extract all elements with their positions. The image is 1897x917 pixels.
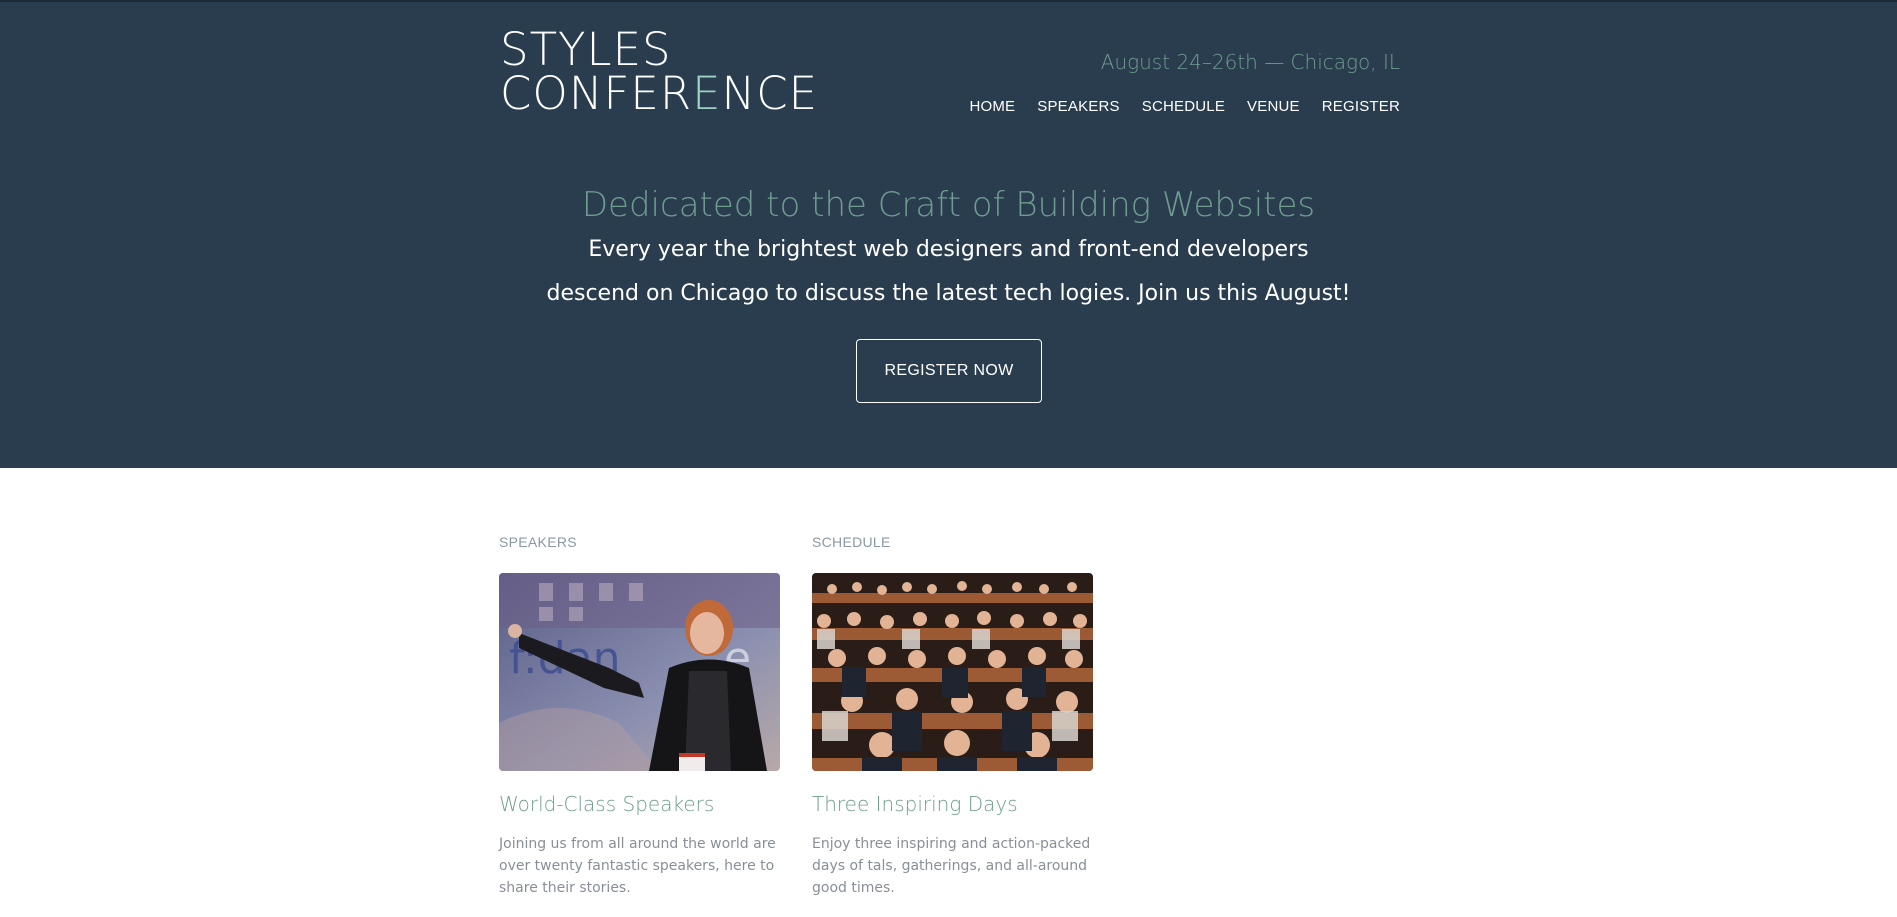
nav-speakers[interactable]: SPEAKERS (1037, 98, 1119, 115)
nav-schedule[interactable]: SCHEDULE (1142, 98, 1225, 115)
event-dates: August 24–26th — Chicago, IL (1100, 50, 1400, 74)
nav-venue[interactable]: VENUE (1247, 98, 1300, 115)
logo-text-c: NCE (721, 67, 819, 120)
section-text: Enjoy three inspiring and action-packed … (812, 836, 1091, 896)
logo-text-accent: E (692, 67, 722, 120)
logo-line-1: STYLES (500, 23, 672, 76)
section-text: Joining us from all around the world are… (499, 836, 776, 896)
section-kicker: SPEAKERS (499, 534, 577, 550)
schedule-section: SCHEDULE Three Inspiring Days Enjoy thre (812, 534, 1093, 899)
hero-header: STYLES CONFERENCE August 24–26th — Chica… (0, 2, 1897, 468)
hero-tagline: Dedicated to the Craft of Building Websi… (581, 185, 1316, 225)
nav-home[interactable]: HOME (969, 98, 1015, 115)
speakers-section: SPEAKERS f:dan e World-Cla (499, 534, 780, 899)
logo-text-a: CONFER (500, 67, 693, 120)
site-logo[interactable]: STYLES CONFERENCE (500, 23, 818, 116)
section-kicker: SCHEDULE (812, 534, 891, 550)
main-nav: HOME SPEAKERS SCHEDULE VENUE REGISTER (969, 98, 1400, 115)
nav-register[interactable]: REGISTER (1322, 98, 1400, 115)
section-title[interactable]: Three Inspiring Days (812, 792, 1093, 816)
hero-lead: Every year the brightest web designers a… (546, 237, 1351, 306)
speaker-photo: f:dan e (499, 573, 780, 771)
register-now-button[interactable]: REGISTER NOW (856, 339, 1042, 403)
section-title[interactable]: World-Class Speakers (499, 792, 780, 816)
logo-line-2: CONFERENCE (500, 71, 818, 116)
audience-photo (812, 573, 1093, 771)
